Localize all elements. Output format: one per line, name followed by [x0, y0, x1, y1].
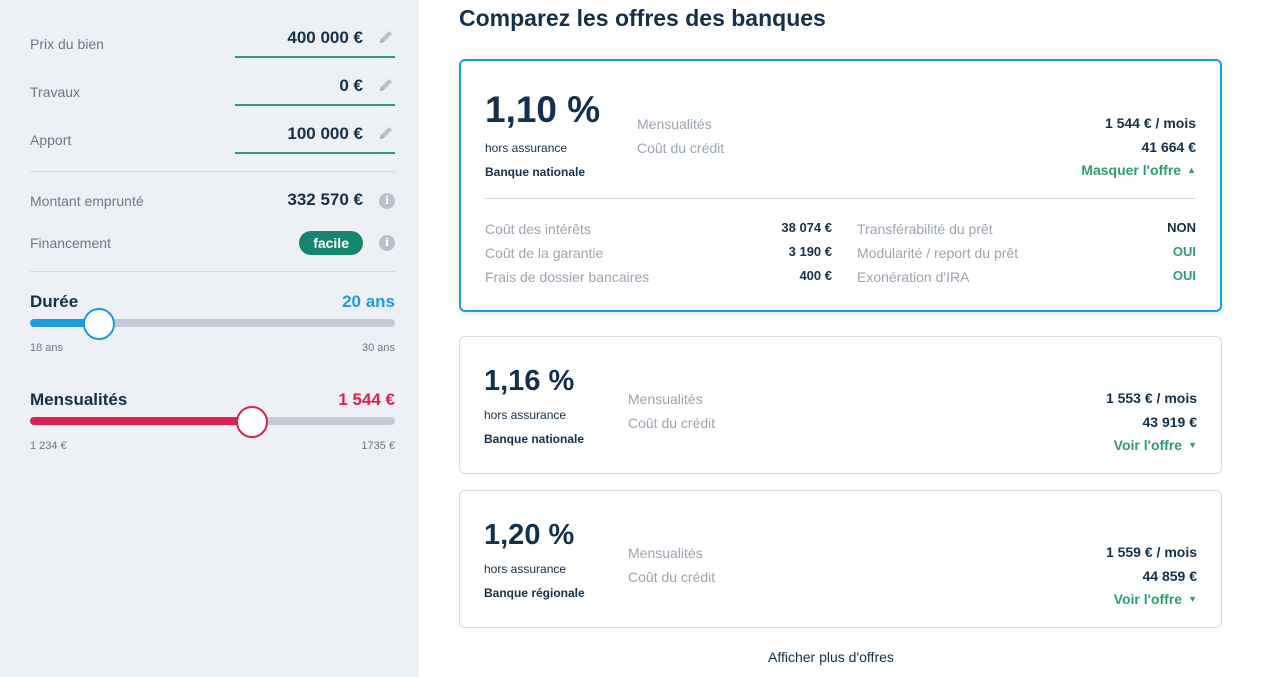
montant-value: 332 570 €: [287, 190, 363, 209]
field-travaux: Travaux 0 €: [30, 66, 395, 114]
financement-label: Financement: [30, 235, 111, 251]
offer-cout-value: 41 664 €: [1141, 139, 1197, 155]
pencil-icon[interactable]: [377, 28, 395, 46]
sidebar: Prix du bien 400 000 € Travaux 0 € Appor…: [0, 0, 419, 677]
detail-value: 400 €: [799, 268, 832, 283]
detail-label: Coût des intérêts: [485, 221, 591, 237]
field-value: 0 €: [339, 76, 363, 95]
offer-card: 1,20 % hors assurance Banque régionale M…: [459, 490, 1222, 628]
duree-min: 18 ans: [30, 342, 64, 354]
offer-cout-label: Coût du crédit: [628, 569, 716, 585]
detail-value: 3 190 €: [788, 244, 832, 259]
montant-label: Montant emprunté: [30, 193, 144, 209]
montant-emprunte-row: Montant emprunté 332 570 € i: [30, 189, 395, 213]
mensualites-value: 1 544 €: [338, 390, 395, 409]
show-offer-button[interactable]: Voir l'offre ▼: [1114, 591, 1197, 607]
duree-max: 30 ans: [361, 342, 395, 354]
mensualites-fill: [30, 417, 252, 425]
info-icon[interactable]: i: [379, 193, 395, 209]
detail-value: OUI: [1172, 268, 1196, 283]
detail-label: Frais de dossier bancaires: [485, 269, 650, 285]
offer-hors-assurance: hors assurance: [484, 408, 567, 422]
field-value: 400 000 €: [287, 28, 363, 47]
detail-label: Transférabilité du prêt: [857, 221, 993, 237]
duree-track[interactable]: [30, 308, 395, 340]
offer-card: 1,10 % hors assurance Banque nationale M…: [459, 59, 1222, 312]
detail-value: NON: [1167, 220, 1196, 235]
offer-bank: Banque nationale: [484, 432, 585, 446]
apport-input[interactable]: 100 000 €: [235, 114, 395, 154]
card-divider: [485, 198, 1196, 199]
divider: [30, 271, 395, 272]
offer-mensualites-label: Mensualités: [628, 391, 703, 407]
caret-down-icon: ▼: [1188, 440, 1197, 450]
offer-cout-label: Coût du crédit: [628, 415, 716, 431]
offer-card: 1,16 % hors assurance Banque nationale M…: [459, 336, 1222, 474]
pencil-icon[interactable]: [377, 76, 395, 94]
offer-mensualites-value: 1 544 € / mois: [1104, 115, 1196, 131]
divider: [30, 171, 395, 172]
mensualites-title: Mensualités: [30, 390, 128, 409]
toggle-label: Voir l'offre: [1113, 591, 1183, 607]
page-title: Comparez les offres des banques: [459, 5, 826, 31]
prix-du-bien-input[interactable]: 400 000 €: [235, 18, 395, 58]
offer-mensualites-label: Mensualités: [628, 545, 703, 561]
detail-value: 38 074 €: [781, 220, 832, 235]
detail-label: Modularité / report du prêt: [857, 245, 1019, 261]
offer-cout-value: 43 919 €: [1142, 414, 1198, 430]
hide-offer-button[interactable]: Masquer l'offre ▲: [1081, 162, 1196, 178]
offer-hors-assurance: hors assurance: [484, 562, 567, 576]
offer-mensualites-label: Mensualités: [637, 116, 712, 132]
offer-rate: 1,16 %: [484, 365, 575, 397]
duree-value: 20 ans: [342, 292, 395, 311]
info-icon[interactable]: i: [379, 235, 395, 251]
show-offer-button[interactable]: Voir l'offre ▼: [1114, 437, 1197, 453]
mensualites-max: 1735 €: [361, 440, 395, 452]
offer-rate: 1,10 %: [485, 89, 601, 130]
field-apport: Apport 100 000 €: [30, 114, 395, 162]
show-more-offers-link[interactable]: Afficher plus d'offres: [768, 649, 894, 665]
offer-rate: 1,20 %: [484, 519, 575, 551]
field-label: Apport: [30, 132, 72, 148]
duree-title: Durée: [30, 292, 79, 311]
mensualites-min: 1 234 €: [30, 440, 67, 452]
detail-label: Exonération d'IRA: [857, 269, 970, 285]
detail-label: Coût de la garantie: [485, 245, 604, 261]
financement-row: Financement facile i: [30, 231, 395, 255]
pencil-icon[interactable]: [377, 124, 395, 142]
offer-mensualites-value: 1 553 € / mois: [1105, 390, 1197, 406]
toggle-label: Masquer l'offre: [1081, 162, 1182, 178]
offer-bank: Banque régionale: [484, 586, 585, 600]
offer-bank: Banque nationale: [485, 165, 586, 179]
toggle-label: Voir l'offre: [1113, 437, 1183, 453]
offer-cout-value: 44 859 €: [1142, 568, 1198, 584]
field-prix-du-bien: Prix du bien 400 000 €: [30, 18, 395, 66]
offer-mensualites-value: 1 559 € / mois: [1105, 544, 1197, 560]
mensualites-slider: Mensualités 1 544 € 1 234 € 1735 €: [30, 390, 395, 460]
caret-up-icon: ▲: [1187, 165, 1196, 175]
offer-hors-assurance: hors assurance: [485, 141, 568, 155]
duree-thumb[interactable]: [83, 308, 116, 340]
financement-badge: facile: [299, 231, 363, 255]
field-value: 100 000 €: [287, 124, 363, 143]
detail-value: OUI: [1172, 244, 1196, 259]
mensualites-track[interactable]: [30, 406, 395, 438]
caret-down-icon: ▼: [1188, 594, 1197, 604]
mensualites-thumb[interactable]: [235, 406, 268, 438]
offer-cout-label: Coût du crédit: [637, 140, 725, 156]
travaux-input[interactable]: 0 €: [235, 66, 395, 106]
duree-slider: Durée 20 ans 18 ans 30 ans: [30, 292, 395, 362]
field-label: Travaux: [30, 84, 81, 100]
field-label: Prix du bien: [30, 36, 104, 52]
